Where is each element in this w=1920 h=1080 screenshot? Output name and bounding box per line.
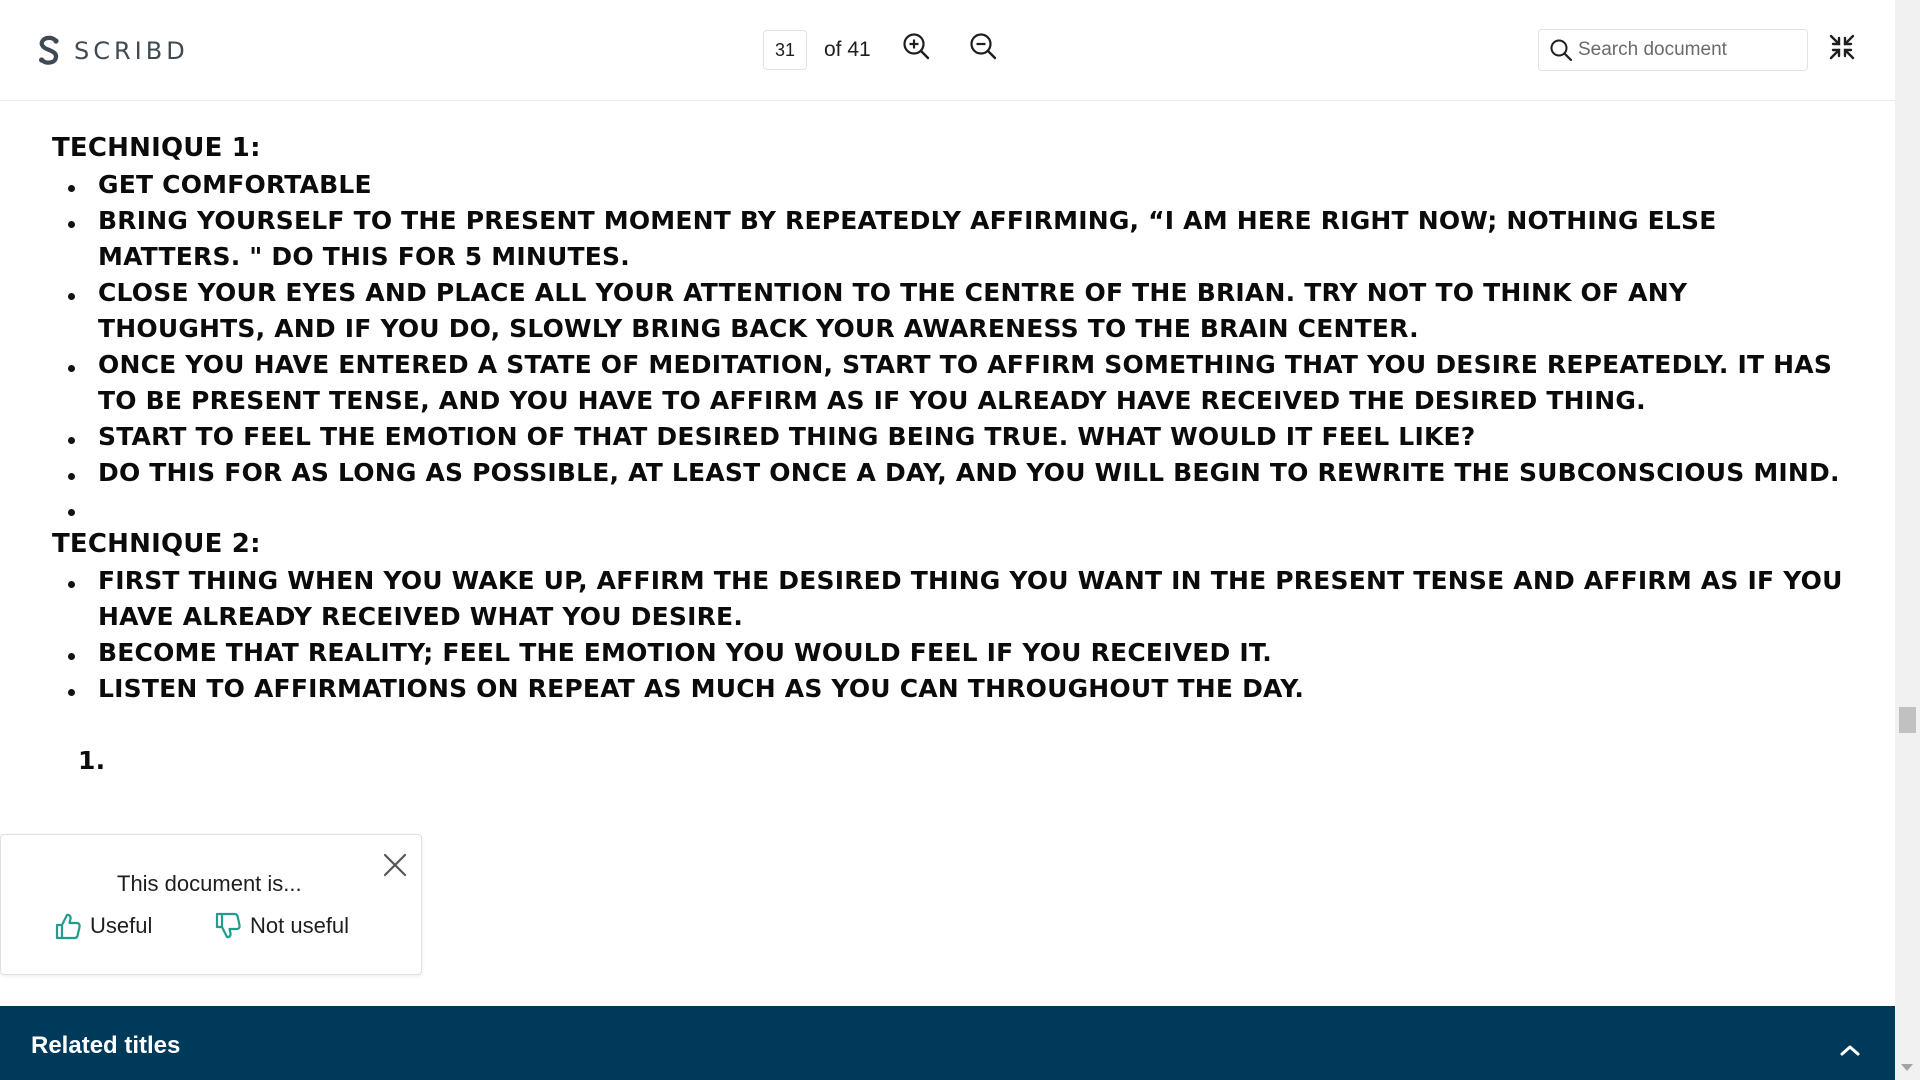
document-viewer-page: SCRIBD 31 of 41 Search document TECHNIQU… [0,0,1920,1080]
chevron-up-icon[interactable] [1838,1042,1862,1058]
page-number-input[interactable]: 31 [763,30,807,70]
list-item: CLOSE YOUR EYES AND PLACE ALL YOUR ATTEN… [98,278,1688,343]
useful-button[interactable]: Useful [54,909,152,943]
logo-text: SCRIBD [74,37,189,65]
search-icon [1550,39,1573,62]
not-useful-button[interactable]: Not useful [214,909,349,943]
scroll-down-arrow[interactable] [1901,1064,1913,1071]
scribd-logo-icon [39,35,59,65]
thumbs-up-icon [55,913,81,940]
list-item: BRING YOURSELF TO THE PRESENT MOMENT BY … [98,206,1717,271]
close-icon[interactable] [381,851,409,879]
page-total-label: of 41 [824,38,871,61]
bullet [68,221,75,228]
bullet [68,293,75,300]
bullet [68,509,75,516]
list-item: FIRST THING WHEN YOU WAKE UP, AFFIRM THE… [98,566,1843,631]
scrollbar-thumb[interactable] [1899,707,1916,733]
scribd-logo[interactable]: SCRIBD [36,34,189,68]
related-titles-heading: Related titles [31,1032,181,1059]
thumbs-down-icon [215,912,241,939]
exit-fullscreen-icon[interactable] [1827,32,1857,62]
feedback-title: This document is... [117,871,302,896]
useful-label: Useful [90,913,153,938]
bullet [68,437,75,444]
bullet [68,473,75,480]
bullet [68,365,75,372]
list-item: LISTEN TO AFFIRMATIONS ON REPEAT AS MUCH… [98,674,1305,703]
list-item: ONCE YOU HAVE ENTERED A STATE OF MEDITAT… [98,350,1833,415]
viewer-toolbar: SCRIBD 31 of 41 [0,0,1895,101]
zoom-out-icon[interactable] [968,31,998,61]
technique-2-heading: TECHNIQUE 2: [52,529,261,559]
list-item: DO THIS FOR AS LONG AS POSSIBLE, AT LEAS… [98,458,1840,487]
technique-1-heading: TECHNIQUE 1: [52,133,261,163]
bullet [68,689,75,696]
related-titles-bar[interactable]: Related titles [0,1006,1895,1080]
document-feedback-card: This document is... Useful Not useful [0,834,422,975]
bullet [68,653,75,660]
list-item: GET COMFORTABLE [98,170,372,199]
list-item: START TO FEEL THE EMOTION OF THAT DESIRE… [98,422,1476,451]
page-scrollbar[interactable] [1895,0,1920,1080]
bullet [68,581,75,588]
list-item: BECOME THAT REALITY; FEEL THE EMOTION YO… [98,638,1272,667]
search-input[interactable] [1576,38,1800,62]
bullet [68,185,75,192]
zoom-in-icon[interactable] [901,31,931,61]
search-document-box[interactable] [1538,29,1808,71]
numbered-list-marker: 1. [78,746,106,775]
not-useful-label: Not useful [250,913,350,938]
